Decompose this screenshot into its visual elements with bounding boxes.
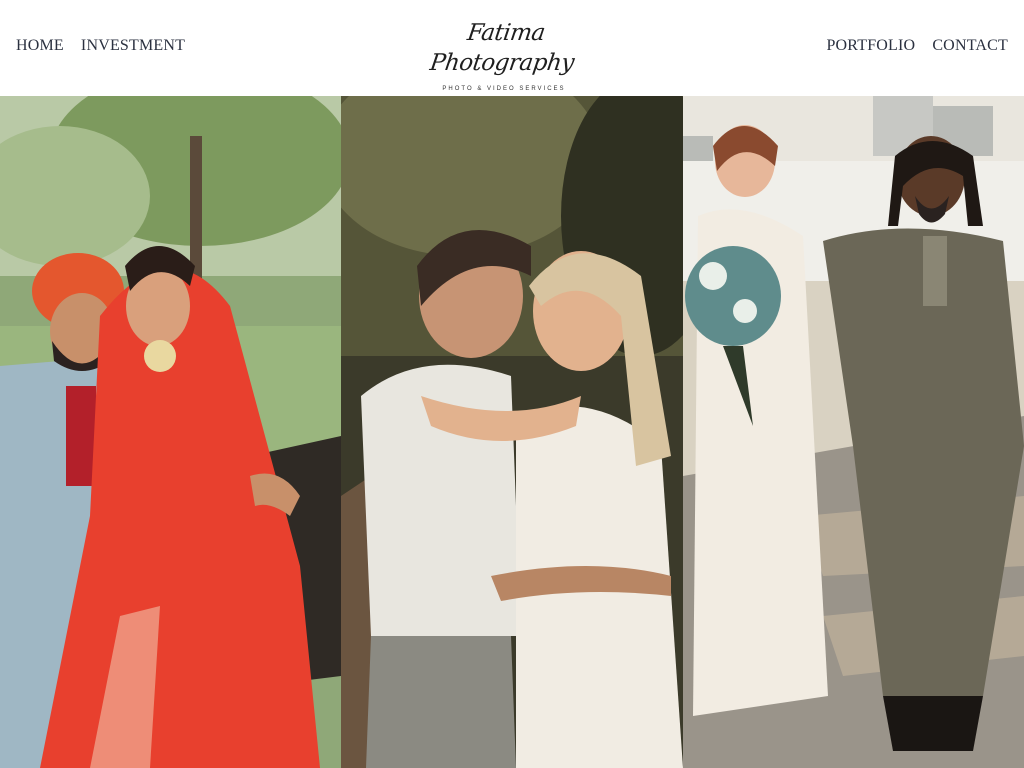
logo-name: Fatima Photography — [428, 20, 576, 76]
photo-2-image — [341, 96, 683, 768]
site-logo[interactable]: Fatima Photography Photo & Video Service… — [404, 18, 604, 92]
photo-gallery — [0, 96, 1024, 768]
photo-3-image — [683, 96, 1024, 768]
logo-tagline: Photo & Video Services — [442, 86, 566, 92]
photo-1-image — [0, 96, 341, 768]
site-header: HOME INVESTMENT Fatima Photography Photo… — [0, 0, 1024, 96]
nav-left: HOME INVESTMENT — [16, 37, 185, 55]
nav-home-link[interactable]: HOME — [16, 37, 64, 55]
gallery-photo-2[interactable] — [341, 96, 683, 768]
nav-right: PORTFOLIO CONTACT — [826, 37, 1008, 55]
gallery-photo-3[interactable] — [683, 96, 1024, 768]
gallery-photo-1[interactable] — [0, 96, 341, 768]
nav-contact-link[interactable]: CONTACT — [932, 37, 1008, 55]
nav-investment-link[interactable]: INVESTMENT — [81, 37, 185, 55]
nav-portfolio-link[interactable]: PORTFOLIO — [826, 37, 915, 55]
